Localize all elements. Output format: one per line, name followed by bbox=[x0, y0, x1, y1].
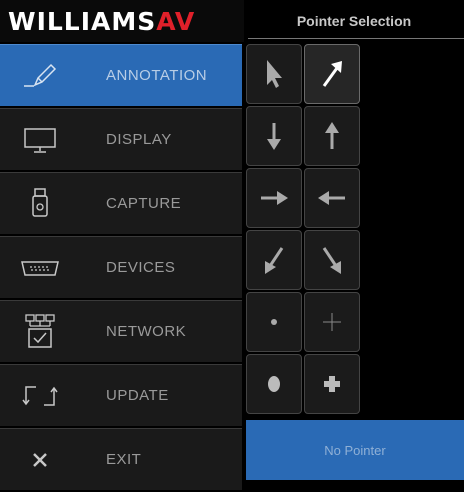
sidebar-item-label: CAPTURE bbox=[106, 195, 182, 212]
arrow-down-icon bbox=[259, 119, 289, 153]
arrow-up-right-icon bbox=[317, 57, 347, 91]
sidebar-item-devices[interactable]: DEVICES bbox=[0, 236, 242, 298]
monitor-icon bbox=[0, 109, 80, 170]
close-icon bbox=[0, 429, 80, 490]
sidebar-item-label: EXIT bbox=[106, 451, 142, 468]
arrow-up-icon bbox=[317, 119, 347, 153]
pointer-option-arrow-right[interactable] bbox=[246, 168, 302, 228]
arrow-left-icon bbox=[315, 183, 349, 213]
usb-drive-icon bbox=[0, 173, 80, 234]
large-dot-icon bbox=[262, 372, 286, 396]
vga-connector-icon bbox=[0, 237, 80, 298]
sidebar-item-label: UPDATE bbox=[106, 387, 169, 404]
arrow-down-right-icon bbox=[317, 243, 347, 277]
pointer-option-thin-crosshair[interactable] bbox=[304, 292, 360, 352]
sidebar-item-annotation[interactable]: ANNOTATION bbox=[0, 44, 242, 106]
sidebar-item-exit[interactable]: EXIT bbox=[0, 428, 242, 490]
logo-accent: AV bbox=[156, 6, 196, 36]
pointer-option-arrow-left[interactable] bbox=[304, 168, 360, 228]
pointer-option-arrow-up-right[interactable] bbox=[304, 44, 360, 104]
pointer-option-small-dot[interactable] bbox=[246, 292, 302, 352]
cursor-arrow-icon bbox=[259, 57, 289, 91]
sidebar-item-label: DEVICES bbox=[106, 259, 176, 276]
bold-plus-icon bbox=[320, 372, 344, 396]
logo-text: WILLIAMS bbox=[8, 6, 157, 36]
pencil-icon bbox=[0, 45, 80, 106]
sidebar-item-display[interactable]: DISPLAY bbox=[0, 108, 242, 170]
pointer-option-large-dot[interactable] bbox=[246, 354, 302, 414]
sidebar-item-label: NETWORK bbox=[106, 323, 187, 340]
no-pointer-button[interactable]: No Pointer bbox=[246, 420, 464, 480]
pointer-option-bold-plus[interactable] bbox=[304, 354, 360, 414]
sidebar-menu: ANNOTATION DISPLAY CAPTURE DEVICES NETWO… bbox=[0, 44, 242, 492]
sidebar-item-label: DISPLAY bbox=[106, 131, 172, 148]
panel-title-divider bbox=[248, 38, 464, 39]
update-icon bbox=[0, 365, 80, 426]
sidebar-item-label: ANNOTATION bbox=[106, 67, 208, 84]
pointer-option-arrow-down-left[interactable] bbox=[246, 230, 302, 290]
sidebar-item-update[interactable]: UPDATE bbox=[0, 364, 242, 426]
sidebar-item-network[interactable]: NETWORK bbox=[0, 300, 242, 362]
pointer-option-arrow-up[interactable] bbox=[304, 106, 360, 166]
pointer-option-arrow-down-right[interactable] bbox=[304, 230, 360, 290]
arrow-right-icon bbox=[257, 183, 291, 213]
network-icon bbox=[0, 301, 80, 362]
panel-title: Pointer Selection bbox=[296, 13, 412, 29]
williamsav-logo: WILLIAMS AV bbox=[0, 0, 244, 42]
thin-crosshair-icon bbox=[320, 310, 344, 334]
arrow-down-left-icon bbox=[259, 243, 289, 277]
pointer-option-arrow-down[interactable] bbox=[246, 106, 302, 166]
sidebar-item-capture[interactable]: CAPTURE bbox=[0, 172, 242, 234]
small-dot-icon bbox=[264, 312, 284, 332]
pointer-option-cursor[interactable] bbox=[246, 44, 302, 104]
